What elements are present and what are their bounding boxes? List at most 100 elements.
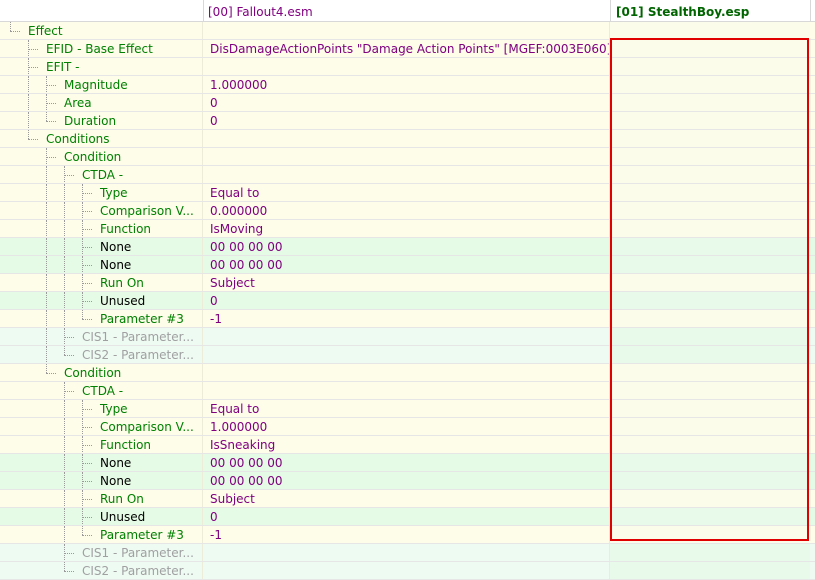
- stealthboy-value-cell[interactable]: [610, 562, 810, 579]
- tree-row[interactable]: Duration 0: [0, 112, 815, 130]
- stealthboy-value-cell[interactable]: [610, 148, 810, 165]
- fallout4-value-cell[interactable]: -1: [203, 310, 610, 327]
- fallout4-value-cell[interactable]: 00 00 00 00: [203, 256, 610, 273]
- tree-row[interactable]: Unused 0: [0, 508, 815, 526]
- tree-row[interactable]: EFIT -: [0, 58, 815, 76]
- tree-row[interactable]: Comparison V... 0.000000: [0, 202, 815, 220]
- stealthboy-value-cell[interactable]: [610, 58, 810, 75]
- fallout4-value-cell[interactable]: 0: [203, 508, 610, 525]
- stealthboy-value-cell[interactable]: [610, 382, 810, 399]
- tree-label-cell[interactable]: Area: [0, 94, 203, 111]
- tree-label-cell[interactable]: None: [0, 256, 203, 273]
- tree-row[interactable]: Type Equal to: [0, 400, 815, 418]
- stealthboy-value-cell[interactable]: [610, 130, 810, 147]
- tree-label-cell[interactable]: Run On: [0, 274, 203, 291]
- tree-label-cell[interactable]: CIS2 - Parameter...: [0, 346, 203, 363]
- tree-row[interactable]: CIS1 - Parameter...: [0, 544, 815, 562]
- header-fallout4-esm[interactable]: [00] Fallout4.esm: [203, 0, 610, 21]
- fallout4-value-cell[interactable]: 1.000000: [203, 76, 610, 93]
- record-tree-view[interactable]: Effect EFID - Base Effect DisDamageActionP…: [0, 22, 815, 580]
- tree-row[interactable]: Condition: [0, 364, 815, 382]
- tree-row[interactable]: Magnitude 1.000000: [0, 76, 815, 94]
- fallout4-value-cell[interactable]: Equal to: [203, 184, 610, 201]
- stealthboy-value-cell[interactable]: [610, 490, 810, 507]
- tree-label-cell[interactable]: Type: [0, 400, 203, 417]
- fallout4-value-cell[interactable]: [203, 328, 610, 345]
- stealthboy-value-cell[interactable]: [610, 346, 810, 363]
- tree-label-cell[interactable]: Run On: [0, 490, 203, 507]
- stealthboy-value-cell[interactable]: [610, 184, 810, 201]
- tree-row[interactable]: Parameter #3 -1: [0, 526, 815, 544]
- stealthboy-value-cell[interactable]: [610, 166, 810, 183]
- fallout4-value-cell[interactable]: [203, 346, 610, 363]
- tree-row[interactable]: Type Equal to: [0, 184, 815, 202]
- fallout4-value-cell[interactable]: IsMoving: [203, 220, 610, 237]
- tree-label-cell[interactable]: Parameter #3: [0, 310, 203, 327]
- stealthboy-value-cell[interactable]: [610, 220, 810, 237]
- stealthboy-value-cell[interactable]: [610, 256, 810, 273]
- fallout4-value-cell[interactable]: [203, 130, 610, 147]
- tree-label-cell[interactable]: None: [0, 472, 203, 489]
- fallout4-value-cell[interactable]: 00 00 00 00: [203, 238, 610, 255]
- tree-label-cell[interactable]: CIS1 - Parameter...: [0, 328, 203, 345]
- tree-label-cell[interactable]: EFIT -: [0, 58, 203, 75]
- fallout4-value-cell[interactable]: [203, 148, 610, 165]
- fallout4-value-cell[interactable]: [203, 364, 610, 381]
- header-tree-column[interactable]: [0, 0, 203, 21]
- tree-row[interactable]: None 00 00 00 00: [0, 256, 815, 274]
- fallout4-value-cell[interactable]: Equal to: [203, 400, 610, 417]
- stealthboy-value-cell[interactable]: [610, 94, 810, 111]
- fallout4-value-cell[interactable]: 0: [203, 94, 610, 111]
- tree-label-cell[interactable]: CIS1 - Parameter...: [0, 544, 203, 561]
- fallout4-value-cell[interactable]: IsSneaking: [203, 436, 610, 453]
- fallout4-value-cell[interactable]: [203, 544, 610, 561]
- fallout4-value-cell[interactable]: 0: [203, 292, 610, 309]
- fallout4-value-cell[interactable]: 1.000000: [203, 418, 610, 435]
- tree-label-cell[interactable]: Function: [0, 220, 203, 237]
- tree-row[interactable]: CTDA -: [0, 382, 815, 400]
- stealthboy-value-cell[interactable]: [610, 238, 810, 255]
- fallout4-value-cell[interactable]: DisDamageActionPoints "Damage Action Poi…: [203, 40, 610, 57]
- tree-row[interactable]: Conditions: [0, 130, 815, 148]
- tree-row[interactable]: EFID - Base Effect DisDamageActionPoints …: [0, 40, 815, 58]
- stealthboy-value-cell[interactable]: [610, 292, 810, 309]
- stealthboy-value-cell[interactable]: [610, 40, 810, 57]
- tree-label-cell[interactable]: None: [0, 454, 203, 471]
- fallout4-value-cell[interactable]: 00 00 00 00: [203, 472, 610, 489]
- stealthboy-value-cell[interactable]: [610, 328, 810, 345]
- stealthboy-value-cell[interactable]: [610, 364, 810, 381]
- tree-label-cell[interactable]: Parameter #3: [0, 526, 203, 543]
- fallout4-value-cell[interactable]: [203, 382, 610, 399]
- tree-row[interactable]: Effect: [0, 22, 815, 40]
- fallout4-value-cell[interactable]: [203, 58, 610, 75]
- tree-label-cell[interactable]: Effect: [0, 22, 203, 39]
- stealthboy-value-cell[interactable]: [610, 544, 810, 561]
- stealthboy-value-cell[interactable]: [610, 112, 810, 129]
- tree-row[interactable]: None 00 00 00 00: [0, 454, 815, 472]
- header-stealthboy-esp[interactable]: [01] StealthBoy.esp: [610, 0, 810, 21]
- tree-row[interactable]: Parameter #3 -1: [0, 310, 815, 328]
- tree-label-cell[interactable]: CTDA -: [0, 166, 203, 183]
- stealthboy-value-cell[interactable]: [610, 526, 810, 543]
- stealthboy-value-cell[interactable]: [610, 310, 810, 327]
- tree-row[interactable]: Unused 0: [0, 292, 815, 310]
- fallout4-value-cell[interactable]: [203, 562, 610, 579]
- tree-label-cell[interactable]: Duration: [0, 112, 203, 129]
- tree-label-cell[interactable]: Function: [0, 436, 203, 453]
- tree-row[interactable]: CIS2 - Parameter...: [0, 562, 815, 580]
- stealthboy-value-cell[interactable]: [610, 418, 810, 435]
- fallout4-value-cell[interactable]: 0: [203, 112, 610, 129]
- tree-row[interactable]: Run On Subject: [0, 274, 815, 292]
- stealthboy-value-cell[interactable]: [610, 436, 810, 453]
- stealthboy-value-cell[interactable]: [610, 454, 810, 471]
- header-divider[interactable]: [810, 0, 811, 21]
- tree-label-cell[interactable]: Condition: [0, 148, 203, 165]
- fallout4-value-cell[interactable]: 0.000000: [203, 202, 610, 219]
- stealthboy-value-cell[interactable]: [610, 202, 810, 219]
- fallout4-value-cell[interactable]: [203, 22, 610, 39]
- fallout4-value-cell[interactable]: Subject: [203, 274, 610, 291]
- tree-label-cell[interactable]: Comparison V...: [0, 202, 203, 219]
- tree-row[interactable]: Function IsSneaking: [0, 436, 815, 454]
- tree-row[interactable]: Run On Subject: [0, 490, 815, 508]
- stealthboy-value-cell[interactable]: [610, 76, 810, 93]
